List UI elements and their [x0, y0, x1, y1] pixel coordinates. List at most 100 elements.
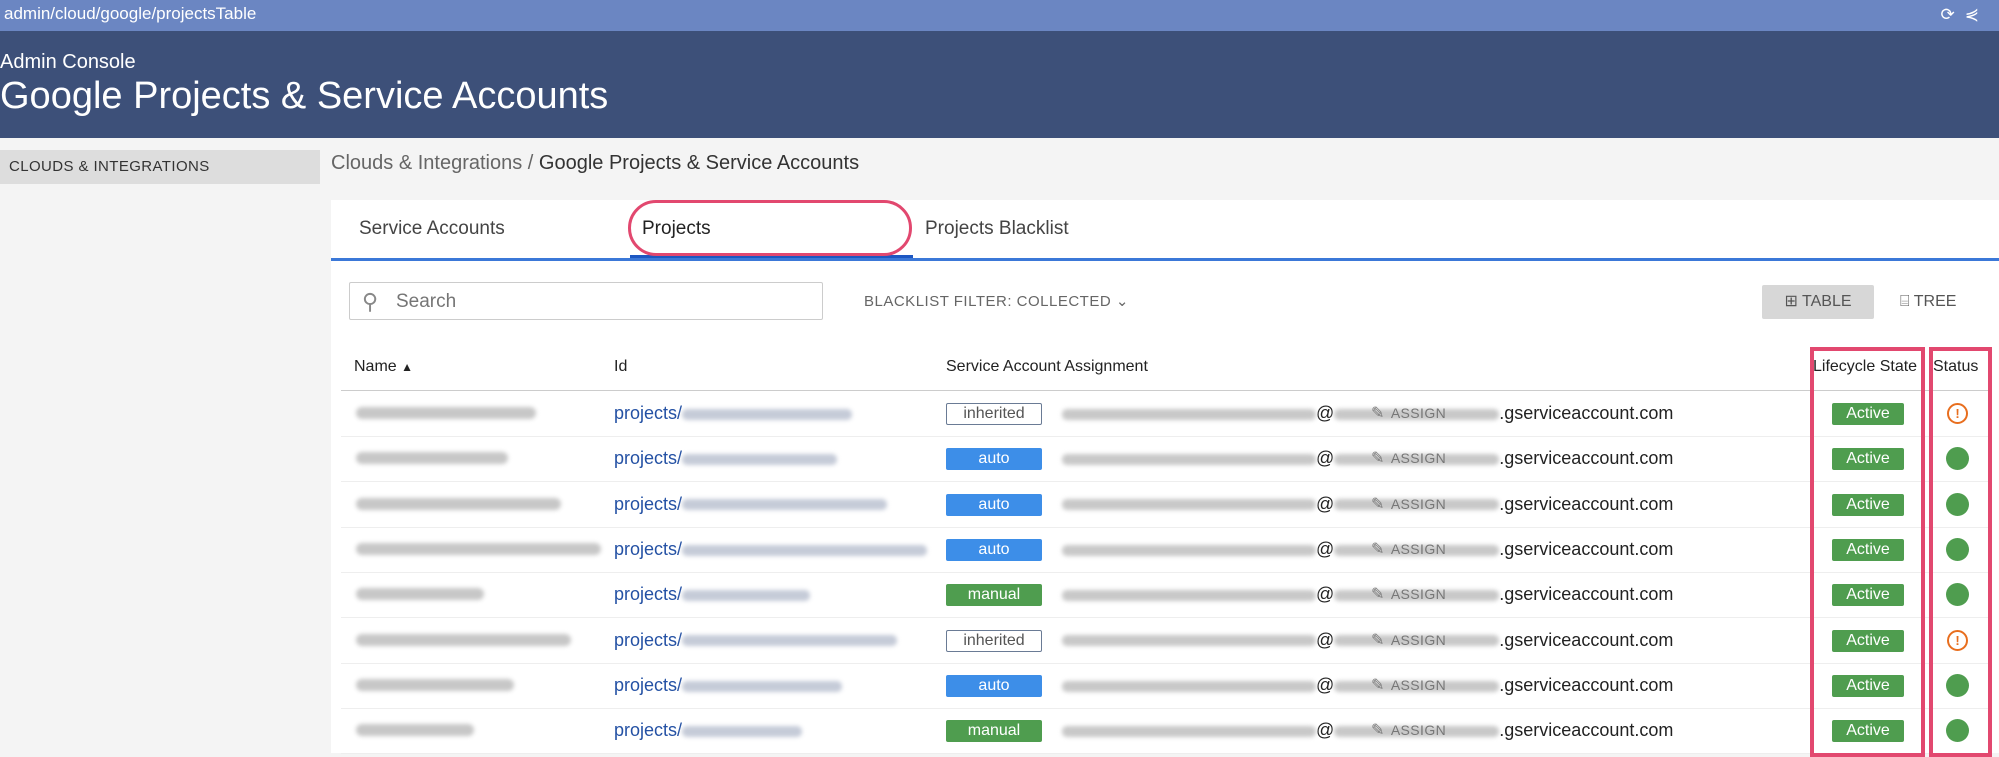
assign-button[interactable]: ✎ ASSIGN — [1371, 618, 1446, 663]
pencil-icon: ✎ — [1371, 676, 1385, 694]
service-account-email: @ .gserviceaccount.com — [1062, 572, 1673, 617]
table-row[interactable]: projects/ inherited @ .gserviceaccount.co… — [341, 618, 1989, 664]
column-header-assignment[interactable]: Service Account Assignment — [946, 358, 1148, 376]
project-name-redacted[interactable] — [356, 678, 514, 691]
table-row[interactable]: projects/ auto @ .gserviceaccount.com ✎ AS… — [341, 436, 1989, 483]
email-suffix: .gserviceaccount.com — [1499, 538, 1674, 559]
project-id[interactable]: projects/ — [614, 572, 811, 617]
assign-button[interactable]: ✎ ASSIGN — [1371, 527, 1446, 572]
pencil-icon: ✎ — [1371, 450, 1385, 468]
search-box: ⚲ — [349, 282, 823, 320]
email-user-redacted — [1062, 725, 1316, 737]
email-suffix: .gserviceaccount.com — [1499, 584, 1674, 605]
table-row[interactable]: projects/ auto @ .gserviceaccount.com ✎ AS… — [341, 663, 1989, 709]
column-header-name[interactable]: Name ▲ — [354, 358, 413, 376]
main-panel: Service Accounts Projects Projects Black… — [331, 200, 1999, 757]
column-name-label: Name — [354, 358, 397, 375]
tab-service-accounts[interactable]: Service Accounts — [359, 218, 505, 240]
project-id[interactable]: projects/ — [614, 618, 898, 663]
project-name-redacted[interactable] — [356, 452, 508, 465]
project-id[interactable]: projects/ — [614, 663, 843, 708]
search-input[interactable] — [394, 287, 798, 317]
project-id-prefix: projects/ — [614, 538, 683, 559]
pencil-icon: ✎ — [1371, 540, 1385, 558]
email-at: @ — [1316, 720, 1335, 741]
tree-view-button[interactable]: ⌸ TREE — [1900, 285, 1990, 319]
email-at: @ — [1316, 629, 1335, 650]
tab-projects-blacklist[interactable]: Projects Blacklist — [925, 218, 1069, 240]
email-suffix: .gserviceaccount.com — [1499, 674, 1674, 695]
email-suffix: .gserviceaccount.com — [1499, 403, 1674, 423]
service-account-email: @ .gserviceaccount.com — [1062, 708, 1673, 753]
pencil-icon: ✎ — [1371, 495, 1385, 513]
email-user-redacted — [1062, 680, 1316, 692]
assign-button[interactable]: ✎ ASSIGN — [1371, 391, 1446, 436]
table-view-label: TABLE — [1802, 293, 1852, 310]
project-name-redacted[interactable] — [356, 633, 571, 646]
table-icon: ⊞ — [1784, 293, 1798, 310]
table-row[interactable]: projects/ inherited @ .gserviceaccount.co… — [341, 391, 1989, 437]
assign-button[interactable]: ✎ ASSIGN — [1371, 708, 1446, 753]
service-account-email: @ .gserviceaccount.com — [1062, 436, 1673, 481]
tab-bar: Service Accounts Projects Projects Black… — [331, 200, 1999, 261]
breadcrumb-parent[interactable]: Clouds & Integrations — [331, 152, 522, 174]
email-suffix: .gserviceaccount.com — [1499, 720, 1674, 741]
project-id[interactable]: projects/ — [614, 391, 853, 436]
project-id-redacted — [682, 454, 838, 466]
table-row[interactable]: projects/ auto @ .gserviceaccount.com ✎ AS… — [341, 482, 1989, 528]
project-name-redacted[interactable] — [356, 407, 536, 419]
project-id[interactable]: projects/ — [614, 527, 928, 572]
table-row[interactable]: projects/ manual @ .gserviceaccount.com ✎… — [341, 708, 1989, 755]
assign-label: ASSIGN — [1390, 586, 1447, 603]
page-header: Admin Console Google Projects & Service … — [0, 31, 1999, 138]
assign-button[interactable]: ✎ ASSIGN — [1371, 482, 1446, 527]
project-id-prefix: projects/ — [614, 493, 683, 514]
email-at: @ — [1316, 674, 1335, 695]
sort-ascending-icon: ▲ — [401, 360, 414, 374]
share-icon[interactable]: ⋞ — [1965, 5, 1989, 24]
table-view-button[interactable]: ⊞ TABLE — [1762, 285, 1874, 319]
column-header-id[interactable]: Id — [614, 358, 627, 376]
email-user-redacted — [1062, 635, 1316, 647]
project-name-redacted[interactable] — [356, 724, 474, 737]
projects-tab-highlight — [628, 200, 912, 256]
email-at: @ — [1316, 538, 1335, 559]
project-id[interactable]: projects/ — [614, 482, 888, 527]
project-name-redacted[interactable] — [356, 588, 484, 601]
project-id-redacted — [682, 408, 853, 420]
url-bar: admin/cloud/google/projectsTable ⟳⋞ — [0, 0, 1999, 31]
table-row[interactable]: projects/ auto @ .gserviceaccount.com ✎ AS… — [341, 527, 1989, 573]
project-id-prefix: projects/ — [614, 674, 683, 695]
project-id[interactable]: projects/ — [614, 708, 803, 753]
assign-label: ASSIGN — [1390, 722, 1447, 739]
assign-button[interactable]: ✎ ASSIGN — [1371, 663, 1446, 708]
service-account-email: @ .gserviceaccount.com — [1062, 527, 1673, 572]
project-id[interactable]: projects/ — [614, 436, 838, 481]
sidebar-item-clouds-integrations[interactable]: CLOUDS & INTEGRATIONS — [0, 150, 320, 184]
email-user-redacted — [1062, 589, 1316, 601]
pencil-icon: ✎ — [1371, 586, 1385, 604]
assign-button[interactable]: ✎ ASSIGN — [1371, 436, 1446, 481]
email-at: @ — [1316, 403, 1335, 423]
assign-label: ASSIGN — [1390, 495, 1447, 512]
table-row[interactable]: projects/ manual @ .gserviceaccount.com ✎… — [341, 572, 1989, 619]
assign-button[interactable]: ✎ ASSIGN — [1371, 572, 1446, 617]
assignment-badge: inherited — [946, 629, 1042, 652]
breadcrumb: Clouds & Integrations / Google Projects … — [331, 152, 859, 175]
project-id-prefix: projects/ — [614, 448, 683, 469]
assign-label: ASSIGN — [1390, 540, 1447, 557]
email-at: @ — [1316, 584, 1335, 605]
breadcrumb-separator: / — [527, 152, 534, 174]
page-title: Google Projects & Service Accounts — [0, 75, 609, 117]
blacklist-filter-dropdown[interactable]: BLACKLIST FILTER: COLLECTED ⌄ — [864, 292, 1129, 310]
project-name-redacted[interactable] — [356, 542, 601, 555]
email-suffix: .gserviceaccount.com — [1499, 629, 1674, 650]
project-id-prefix: projects/ — [614, 403, 683, 423]
url-text: admin/cloud/google/projectsTable — [4, 4, 257, 23]
refresh-icon[interactable]: ⟳ — [1941, 5, 1965, 24]
email-user-redacted — [1062, 544, 1316, 556]
project-id-redacted — [682, 589, 811, 601]
service-account-email: @ .gserviceaccount.com — [1062, 618, 1673, 663]
project-name-redacted[interactable] — [356, 497, 561, 510]
project-id-prefix: projects/ — [614, 720, 683, 741]
